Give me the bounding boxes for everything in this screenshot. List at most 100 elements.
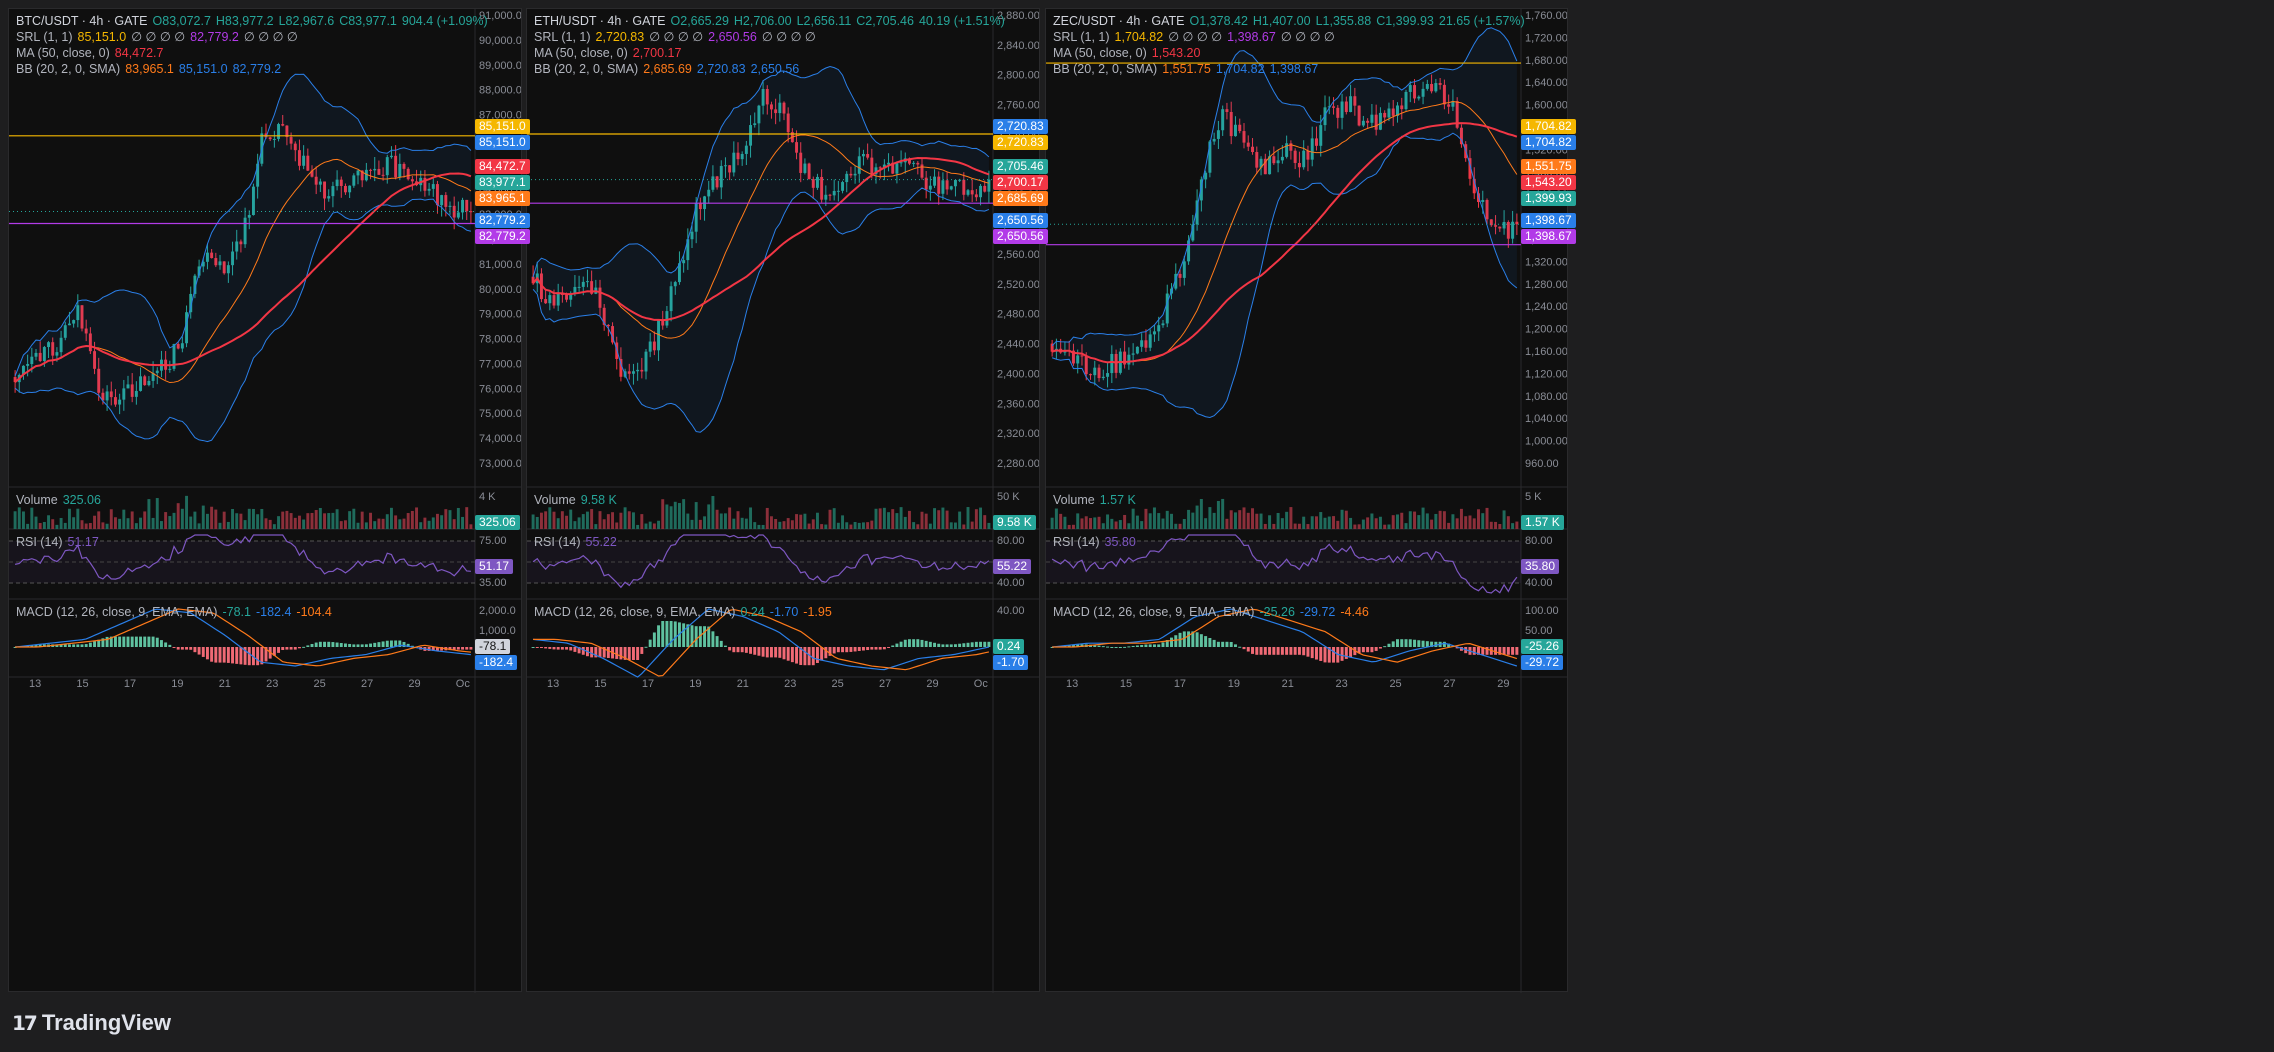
rsi-label[interactable]: RSI (14): [1053, 535, 1100, 549]
macd-histogram-bar: [1225, 641, 1229, 647]
volume-bar: [627, 511, 631, 529]
chart-panel-zec[interactable]: 1,760.00 1,720.00 1,680.00 1,640.00 1,600.00…: [1045, 8, 1576, 993]
macd-label[interactable]: MACD (12, 26, close, 9, EMA, EMA): [534, 605, 735, 619]
chart-panel-btc[interactable]: 91,000.0 90,000.0 89,000.0 88,000.0 87,000.0…: [8, 8, 530, 993]
macd-histogram-bar: [197, 647, 201, 655]
macd-histogram-bar: [912, 639, 916, 647]
volume-bar: [1327, 516, 1331, 529]
macd-histogram-bar: [983, 641, 987, 647]
time-axis-tick: 25: [832, 678, 844, 690]
volume-bar: [272, 524, 276, 529]
rsi-label[interactable]: RSI (14): [534, 535, 581, 549]
bb-label[interactable]: BB (20, 2, 0, SMA): [534, 62, 638, 76]
time-axis-tick: 21: [1282, 678, 1294, 690]
chart-panel-eth[interactable]: 2,880.002,840.002,800.002,760.002,720.00…: [526, 8, 1048, 993]
price-tag: 1,399.93: [1521, 191, 1576, 206]
volume-bar: [824, 524, 828, 529]
ma-label[interactable]: MA (50, close, 0): [16, 46, 110, 60]
srl-label[interactable]: SRL (1, 1): [16, 30, 73, 44]
volume-bar: [327, 513, 331, 529]
volume-bar: [552, 511, 556, 529]
srl-label[interactable]: SRL (1, 1): [534, 30, 591, 44]
macd-value: -25.26: [1259, 605, 1295, 619]
macd-histogram-bar: [72, 644, 76, 647]
macd-histogram-bar: [1208, 638, 1212, 647]
volume-bar: [1216, 500, 1220, 529]
volume-bar: [214, 509, 218, 529]
macd-histogram-bar: [590, 647, 594, 658]
ma-label[interactable]: MA (50, close, 0): [1053, 46, 1147, 60]
pane-axis-tick: 50 K: [997, 491, 1020, 503]
macd-histogram-bar: [205, 647, 209, 660]
srl-empty-2: ∅ ∅ ∅ ∅: [761, 30, 816, 44]
volume-bar: [1340, 509, 1344, 529]
volume-bar: [974, 509, 978, 529]
macd-histogram-bar: [845, 647, 849, 653]
volume-bar: [143, 511, 147, 529]
volume-bar: [134, 523, 138, 529]
volume-bar: [1157, 513, 1161, 529]
srl-empty: ∅ ∅ ∅ ∅: [649, 30, 704, 44]
volume-bar: [1161, 518, 1165, 529]
macd-histogram-bar: [1187, 631, 1191, 647]
pane-value-tag: 35.80: [1521, 559, 1560, 574]
macd-histogram-bar: [1255, 647, 1259, 655]
pane-value-tag: 0.24: [993, 639, 1025, 654]
macd-histogram-bar: [1110, 647, 1114, 648]
macd-histogram-bar: [560, 647, 564, 650]
macd-histogram-bar: [1216, 641, 1220, 647]
macd-histogram-bar: [1391, 641, 1395, 647]
volume-bar: [958, 511, 962, 529]
price-tag: 2,650.56: [993, 213, 1048, 228]
pane-value-tag: -25.26: [1521, 639, 1564, 654]
ma-label[interactable]: MA (50, close, 0): [534, 46, 628, 60]
volume-label[interactable]: Volume: [1053, 493, 1095, 507]
macd-histogram-bar: [878, 647, 882, 650]
footer-bar: 𝟭𝟳 TradingView: [0, 996, 2274, 1052]
macd-histogram-bar: [176, 647, 180, 650]
symbol-label[interactable]: ZEC/USDT · 4h · GATE: [1053, 14, 1185, 28]
volume-bar: [548, 507, 552, 529]
ohlc-close: C1,399.93: [1376, 14, 1434, 28]
volume-label[interactable]: Volume: [16, 493, 58, 507]
macd-label[interactable]: MACD (12, 26, close, 9, EMA, EMA): [1053, 605, 1254, 619]
macd-histogram-bar: [369, 643, 373, 647]
price-axis-tick: 1,000.00: [1525, 436, 1567, 448]
volume-value: 1.57 K: [1099, 493, 1136, 507]
tradingview-brand[interactable]: 𝟭𝟳 TradingView: [12, 1010, 171, 1036]
chart-legend: BTC/USDT · 4h · GATE O83,072.7 H83,977.2 L8…: [16, 13, 493, 77]
macd-histogram-bar: [343, 643, 347, 647]
macd-histogram-bar: [218, 647, 222, 663]
macd-histogram-bar: [836, 647, 840, 653]
volume-bar: [377, 518, 381, 529]
volume-bar: [231, 509, 235, 529]
price-tag: 1,398.67: [1521, 229, 1576, 244]
rsi-label[interactable]: RSI (14): [16, 535, 63, 549]
macd-histogram-bar: [732, 647, 736, 653]
pane-axis-tick: 100.00: [1525, 605, 1559, 617]
volume-bar: [1421, 507, 1425, 529]
price-tag: 85,151.0: [475, 119, 530, 134]
bb-label[interactable]: BB (20, 2, 0, SMA): [16, 62, 120, 76]
srl-label[interactable]: SRL (1, 1): [1053, 30, 1110, 44]
volume-bar: [277, 516, 281, 529]
symbol-label[interactable]: BTC/USDT · 4h · GATE: [16, 14, 148, 28]
macd-label[interactable]: MACD (12, 26, close, 9, EMA, EMA): [16, 605, 217, 619]
macd-histogram-bar: [728, 647, 732, 651]
macd-histogram-bar: [360, 644, 364, 647]
macd-histogram-bar: [172, 647, 176, 648]
volume-bar: [1302, 516, 1306, 529]
volume-label[interactable]: Volume: [534, 493, 576, 507]
volume-bar: [97, 511, 101, 529]
volume-bar: [385, 514, 389, 529]
symbol-label[interactable]: ETH/USDT · 4h · GATE: [534, 14, 666, 28]
volume-bar: [331, 512, 335, 529]
volume-bar: [369, 512, 373, 529]
bb-label[interactable]: BB (20, 2, 0, SMA): [1053, 62, 1157, 76]
volume-bar: [1187, 509, 1191, 529]
volume-bar: [88, 523, 92, 529]
volume-bar: [1178, 523, 1182, 529]
volume-bar: [636, 524, 640, 529]
macd-hist-value: -4.46: [1340, 605, 1369, 619]
volume-bar: [1131, 508, 1135, 529]
